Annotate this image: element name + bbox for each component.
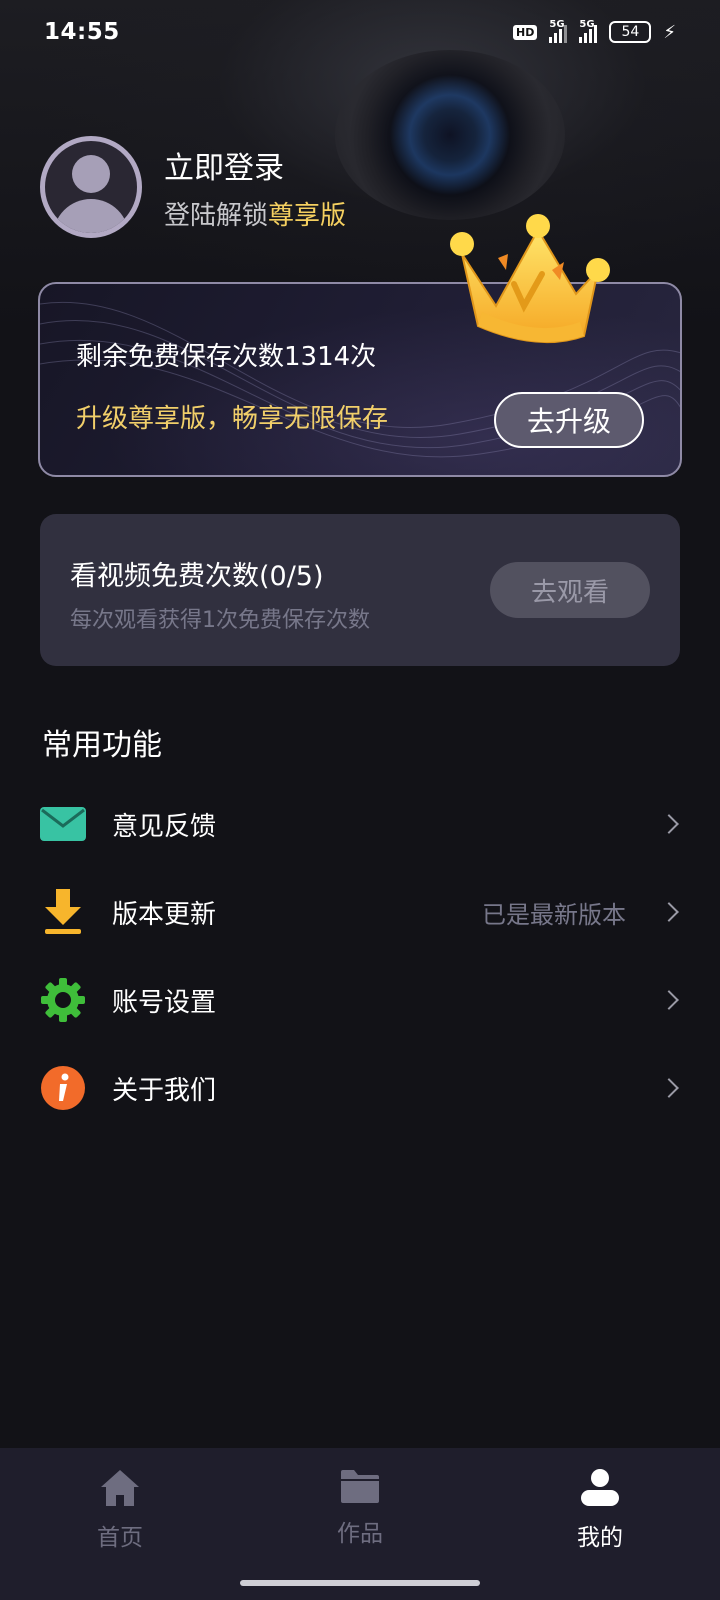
profile-login[interactable]: 立即登录 登陆解锁尊享版	[40, 136, 346, 238]
home-icon	[101, 1470, 139, 1506]
menu-item-feedback[interactable]: 意见反馈	[0, 780, 720, 868]
login-subtitle-prefix: 登陆解锁	[164, 200, 269, 231]
upgrade-button[interactable]: 去升级	[494, 392, 644, 448]
login-subtitle: 登陆解锁尊享版	[164, 195, 346, 232]
nav-label: 作品	[337, 1521, 383, 1547]
folder-icon	[341, 1470, 379, 1503]
signal-label: 5G	[549, 19, 565, 30]
vip-promo-text: 升级尊享版，畅享无限保存	[76, 404, 389, 434]
charging-icon: ⚡	[663, 21, 676, 43]
home-indicator[interactable]	[240, 1580, 480, 1586]
video-free-count-title: 看视频免费次数(0/5)	[70, 561, 324, 592]
login-title[interactable]: 立即登录	[164, 143, 346, 187]
camera-lens-decoration	[335, 50, 565, 220]
menu-label: 账号设置	[112, 987, 217, 1018]
crown-icon	[450, 214, 610, 344]
signal-icon-2: 5G	[579, 19, 598, 43]
battery-icon: 54	[609, 21, 652, 43]
function-menu: 意见反馈 版本更新 已是最新版本 账号设置 关于我们	[0, 780, 720, 1132]
menu-value: 已是最新版本	[482, 900, 626, 929]
menu-label: 关于我们	[112, 1075, 217, 1106]
nav-home[interactable]: 首页	[20, 1468, 220, 1600]
status-icons: HD 5G 5G 54 ⚡	[513, 19, 676, 43]
login-subtitle-highlight: 尊享版	[268, 200, 347, 231]
status-time: 14:55	[44, 19, 120, 45]
nav-label: 首页	[97, 1525, 143, 1551]
remaining-saves-text: 剩余免费保存次数1314次	[76, 342, 377, 372]
gear-icon	[40, 977, 86, 1023]
user-icon	[581, 1469, 619, 1506]
menu-item-version-update[interactable]: 版本更新 已是最新版本	[0, 868, 720, 956]
video-free-count-subtitle: 每次观看获得1次免费保存次数	[70, 608, 370, 633]
menu-item-account-settings[interactable]: 账号设置	[0, 956, 720, 1044]
chevron-right-icon	[659, 990, 679, 1010]
bottom-navigation: 首页 作品 我的	[0, 1448, 720, 1600]
status-bar: 14:55 HD 5G 5G 54 ⚡	[0, 0, 720, 64]
menu-label: 版本更新	[112, 899, 217, 930]
hd-badge: HD	[513, 24, 538, 40]
chevron-right-icon	[659, 902, 679, 922]
signal-label-2: 5G	[579, 19, 595, 30]
nav-label: 我的	[577, 1525, 623, 1551]
watch-video-button[interactable]: 去观看	[490, 562, 650, 618]
signal-icon: 5G	[549, 19, 568, 43]
menu-label: 意见反馈	[112, 811, 217, 842]
watch-video-card: 看视频免费次数(0/5) 每次观看获得1次免费保存次数 去观看	[40, 514, 680, 666]
info-icon	[40, 1065, 86, 1111]
common-functions-heading: 常用功能	[42, 728, 162, 763]
menu-item-about-us[interactable]: 关于我们	[0, 1044, 720, 1132]
download-icon	[40, 889, 86, 935]
avatar[interactable]	[40, 136, 142, 238]
nav-mine[interactable]: 我的	[500, 1468, 700, 1600]
mail-icon	[40, 801, 86, 847]
chevron-right-icon	[659, 1078, 679, 1098]
chevron-right-icon	[659, 814, 679, 834]
